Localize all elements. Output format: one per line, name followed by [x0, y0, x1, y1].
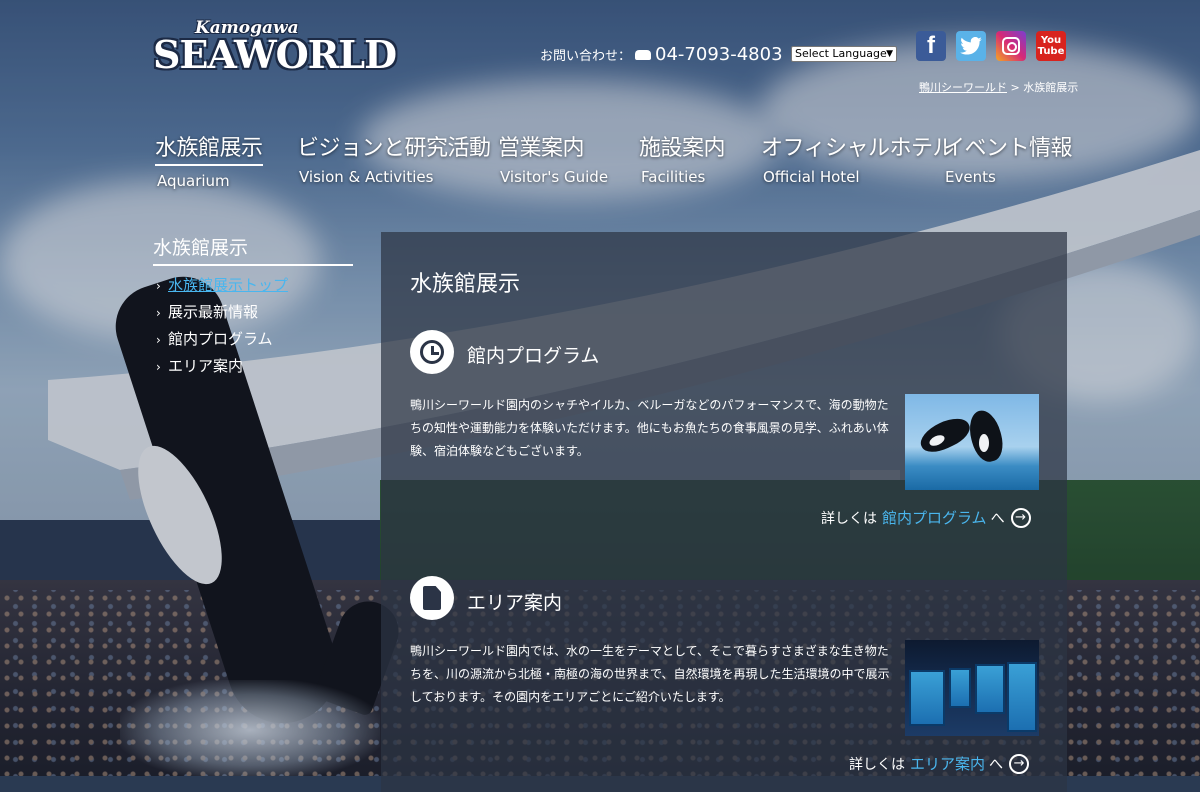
more-area-link[interactable]: 詳しくは エリア案内 へ →	[849, 753, 1030, 774]
aquarium-thumbnail[interactable]	[905, 640, 1039, 736]
nav-label-en: Events	[945, 168, 996, 186]
language-select-value: Select Language	[795, 47, 887, 60]
contact-label: お問い合わせ：	[540, 49, 632, 64]
facebook-glyph: f	[927, 32, 935, 59]
youtube-icon[interactable]: You Tube	[1036, 31, 1066, 61]
sidebar-item-label: 館内プログラム	[168, 330, 273, 348]
instagram-glyph	[1002, 37, 1020, 55]
sidebar-item-label: エリア案内	[168, 357, 244, 375]
sidebar-menu: › 水族館展示トップ › 展示最新情報 › 館内プログラム › エリア案内	[156, 275, 288, 383]
phone-icon	[635, 49, 652, 60]
chevron-right-icon: ›	[156, 333, 161, 347]
youtube-glyph-top: You	[1040, 35, 1062, 46]
instagram-icon[interactable]	[996, 31, 1026, 61]
phone-number[interactable]: 04-7093-4803	[655, 44, 783, 65]
sidebar-item-latest-news[interactable]: › 展示最新情報	[156, 302, 288, 329]
section-text-area: 鴨川シーワールド園内では、水の一生をテーマとして、そこで暮らすさまざまな生き物た…	[410, 644, 890, 704]
chevron-right-icon: ›	[156, 306, 161, 320]
more-prefix: 詳しくは	[849, 756, 905, 773]
twitter-bird-icon	[960, 37, 982, 55]
more-link-text: 館内プログラム	[882, 509, 987, 527]
sidebar-title: 水族館展示	[153, 233, 353, 266]
breadcrumb-home[interactable]: 鴨川シーワールド	[919, 81, 1007, 94]
nav-label-jp: 施設案内	[639, 136, 726, 161]
nav-vision[interactable]: ビジョンと研究活動 Vision & Activities	[297, 130, 491, 186]
nav-label-en: Facilities	[641, 168, 706, 186]
nav-label-en: Vision & Activities	[299, 168, 434, 186]
arrow-right-circle-icon: →	[1009, 753, 1030, 774]
more-programs-link[interactable]: 詳しくは 館内プログラム へ →	[821, 507, 1031, 528]
nav-label-en: Visitor's Guide	[500, 168, 609, 186]
twitter-icon[interactable]	[956, 31, 986, 61]
nav-visitors-guide[interactable]: 営業案内 Visitor's Guide	[498, 130, 608, 186]
nav-facilities[interactable]: 施設案内 Facilities	[639, 130, 726, 186]
section-text-programs: 鴨川シーワールド園内のシャチやイルカ、ベルーガなどのパフォーマンスで、海の動物た…	[410, 398, 889, 458]
logo-seaworld: SEAWORLD	[153, 32, 397, 77]
sidebar-item-aquarium-top[interactable]: › 水族館展示トップ	[156, 275, 288, 302]
nav-aquarium[interactable]: 水族館展示 Aquarium	[155, 130, 263, 190]
chevron-right-icon: ›	[156, 360, 161, 374]
sidebar-item-label: 展示最新情報	[168, 303, 259, 321]
more-suffix: へ	[990, 510, 1005, 527]
contact-info: お問い合わせ： 04-7093-4803	[540, 44, 783, 65]
sidebar-item-programs[interactable]: › 館内プログラム	[156, 329, 288, 356]
sidebar-item-area-guide[interactable]: › エリア案内	[156, 356, 288, 383]
orca-show-thumbnail[interactable]	[905, 394, 1039, 490]
breadcrumb-separator: >	[1007, 81, 1024, 94]
site-logo[interactable]: Kamogawa SEAWORLD	[153, 18, 397, 78]
language-select[interactable]: Select Language ▼	[791, 46, 897, 62]
page-title: 水族館展示	[410, 272, 521, 297]
nav-label-jp: イベント情報	[943, 136, 1073, 161]
sidebar-item-label: 水族館展示トップ	[168, 276, 289, 294]
more-suffix: へ	[989, 756, 1004, 773]
chevron-down-icon: ▼	[886, 49, 893, 59]
youtube-glyph-bottom: Tube	[1037, 46, 1065, 57]
clock-icon	[410, 330, 454, 374]
section-title-area: エリア案内	[467, 592, 563, 614]
nav-label-jp: 水族館展示	[155, 130, 263, 166]
nav-label-jp: 営業案内	[498, 136, 585, 161]
section-title-programs: 館内プログラム	[467, 345, 600, 367]
breadcrumb: 鴨川シーワールド > 水族館展示	[919, 79, 1078, 95]
more-link-text: エリア案内	[910, 755, 986, 773]
arrow-right-circle-icon: →	[1010, 507, 1031, 528]
chevron-right-icon: ›	[156, 279, 161, 293]
nav-label-jp: オフィシャルホテル	[761, 136, 955, 161]
nav-label-en: Official Hotel	[763, 168, 860, 186]
nav-label-en: Aquarium	[157, 172, 230, 190]
facebook-icon[interactable]: f	[916, 31, 946, 61]
document-icon	[410, 576, 454, 620]
more-prefix: 詳しくは	[821, 510, 877, 527]
nav-official-hotel[interactable]: オフィシャルホテル Official Hotel	[761, 130, 955, 186]
nav-events[interactable]: イベント情報 Events	[943, 130, 1073, 186]
breadcrumb-current: 水族館展示	[1023, 81, 1079, 94]
nav-label-jp: ビジョンと研究活動	[297, 136, 491, 161]
